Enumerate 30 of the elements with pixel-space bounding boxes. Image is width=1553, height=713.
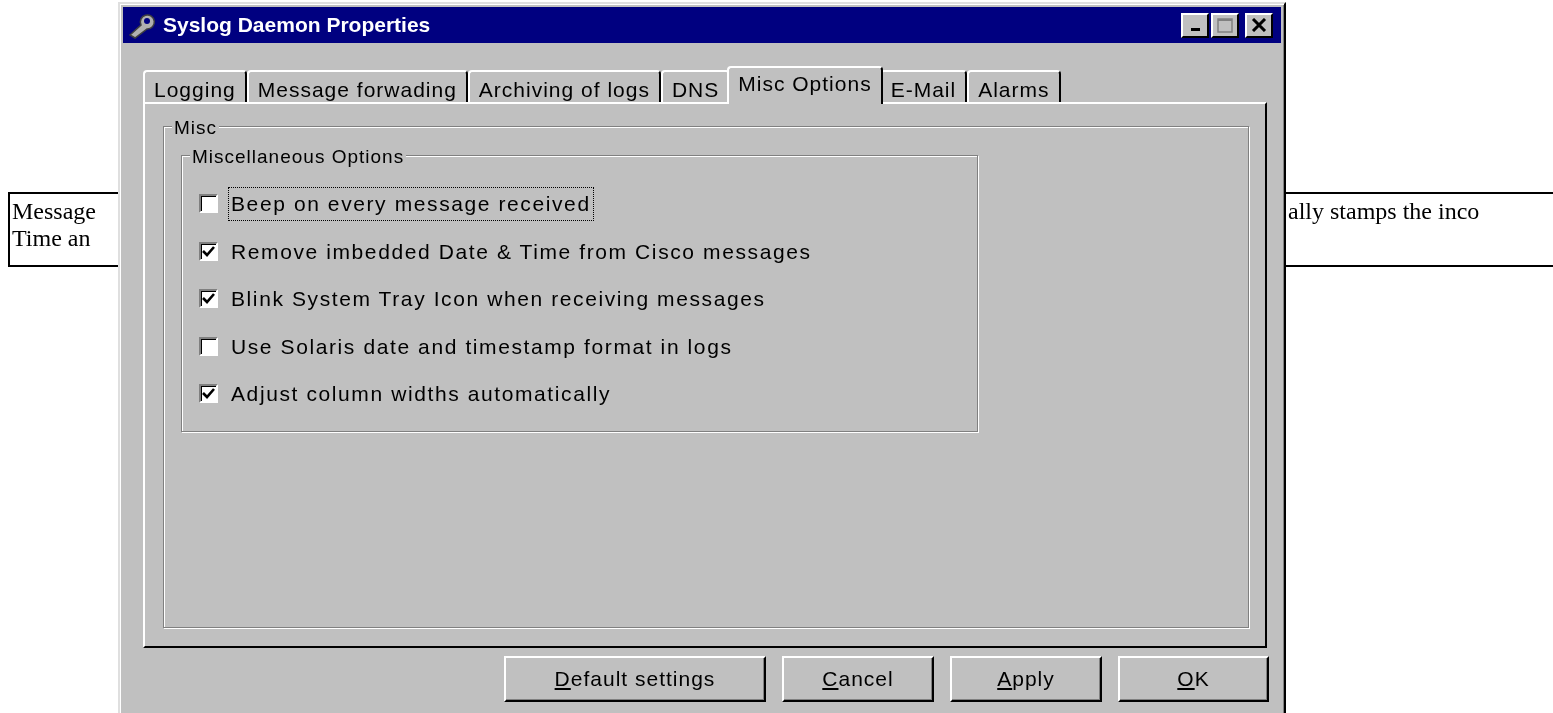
tab[interactable]: Logging (143, 70, 247, 102)
checkbox-label: Use Solaris date and timestamp format in logs (230, 333, 734, 360)
checkbox-label: Blink System Tray Icon when receiving messages (230, 286, 767, 312)
dialog-button[interactable]: Apply (950, 656, 1102, 702)
cell-text: Time an (12, 225, 91, 252)
checkbox[interactable] (199, 194, 218, 214)
checkbox-label: Beep on every message received (228, 187, 594, 221)
checkbox[interactable] (199, 241, 218, 261)
dialog-button[interactable]: Cancel (782, 656, 934, 702)
checkbox[interactable] (199, 289, 218, 309)
maximize-button[interactable] (1211, 12, 1239, 38)
wrench-icon (127, 11, 157, 39)
close-icon (1251, 18, 1267, 32)
tab[interactable]: Message forwading (246, 70, 468, 102)
tab[interactable]: Archiving of logs (467, 70, 661, 102)
cell-text: ally stamps the inco (1288, 198, 1480, 225)
tab[interactable]: Misc Options (727, 66, 883, 104)
checkbox-label: Adjust column widths automatically (230, 381, 613, 407)
dialog-button[interactable]: OK (1118, 656, 1269, 702)
minimize-button[interactable] (1181, 12, 1209, 38)
checkbox-label: Remove imbedded Date & Time from Cisco messages (230, 238, 813, 265)
window-title: Syslog Daemon Properties (163, 12, 431, 39)
minimize-icon (1190, 28, 1200, 31)
tab[interactable]: Alarms (967, 70, 1061, 102)
maximize-icon (1217, 17, 1233, 33)
dialog-button[interactable]: Default settings (504, 656, 766, 702)
checkbox[interactable] (199, 384, 218, 404)
cell-text: Message (12, 198, 96, 225)
checkbox[interactable] (199, 336, 218, 356)
close-button[interactable] (1245, 12, 1273, 38)
